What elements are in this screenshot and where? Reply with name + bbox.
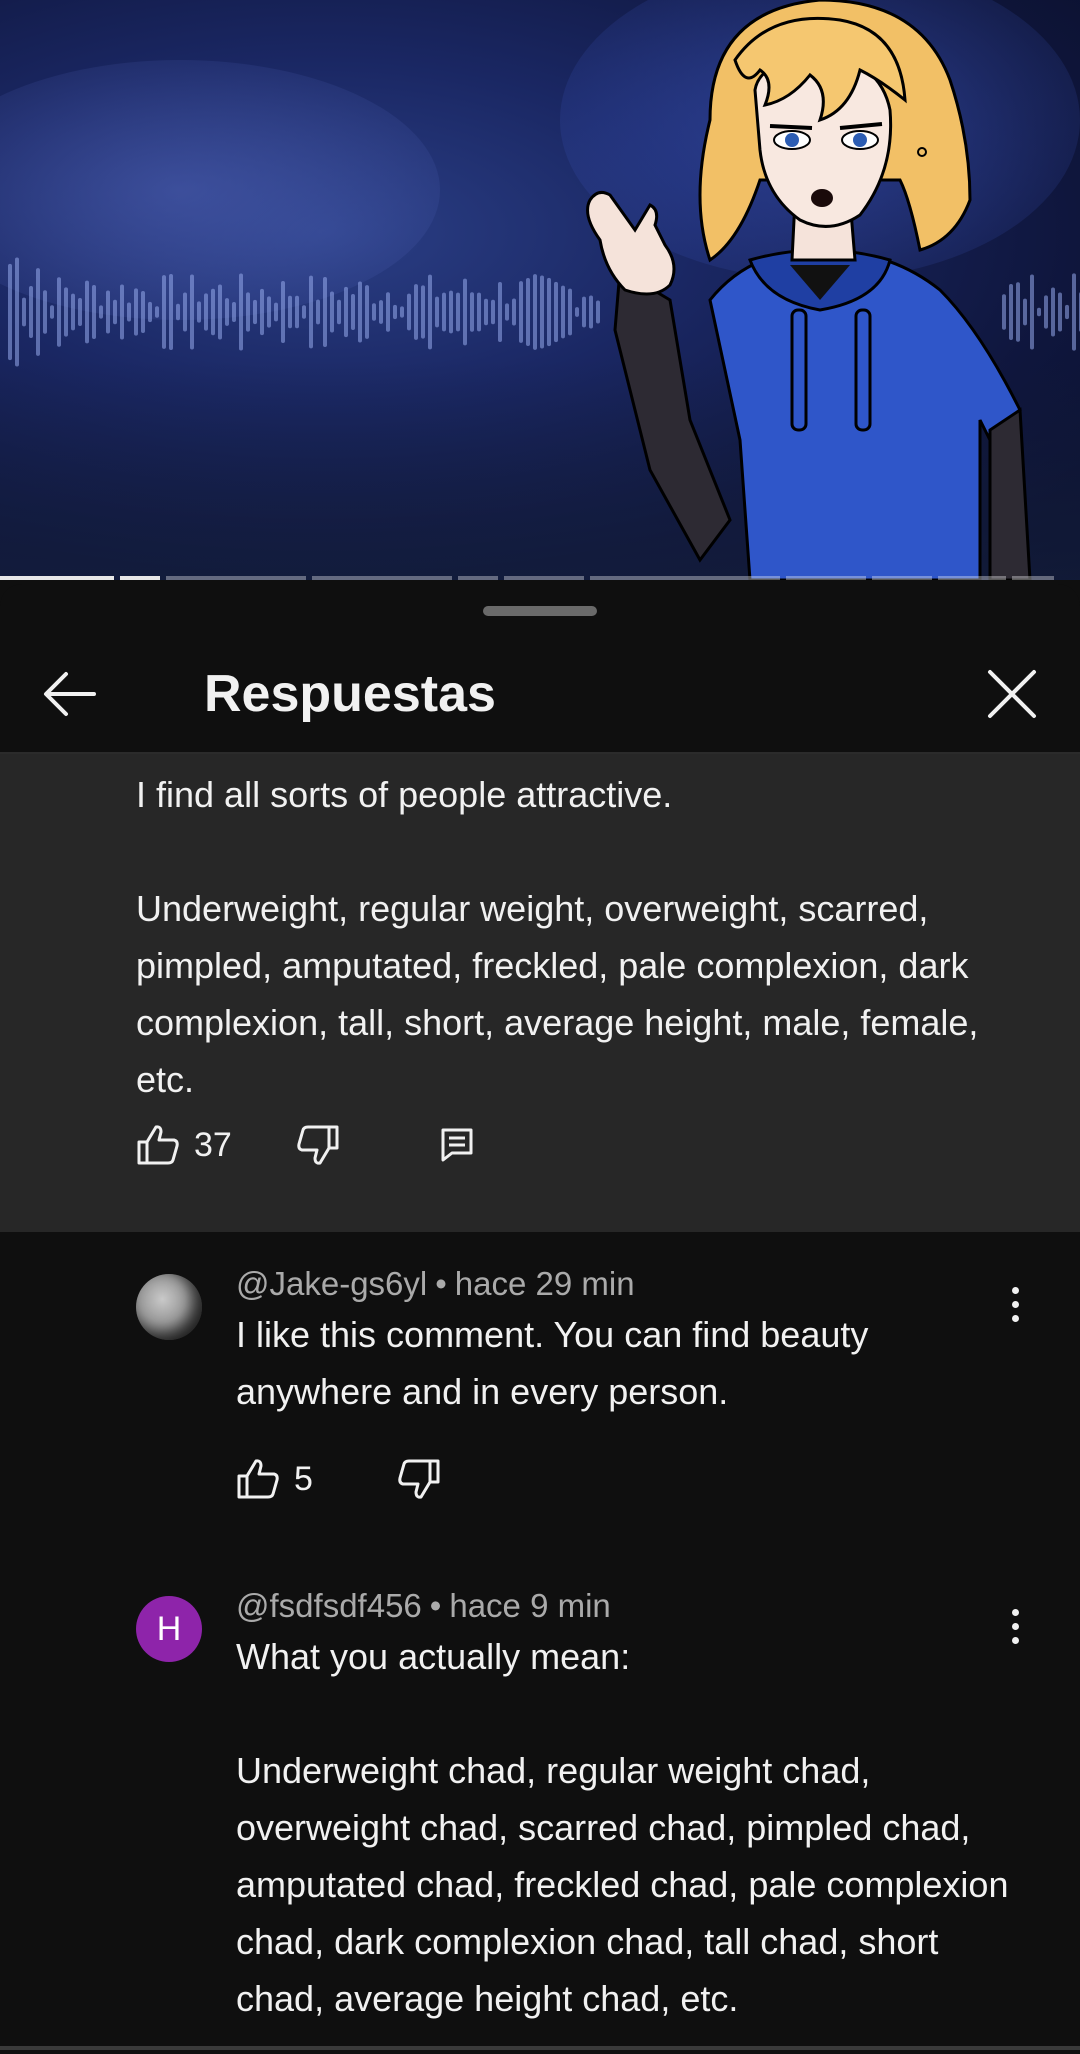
reply-item: @Jake-gs6yl • hace 29 min I like this comm…	[0, 1262, 1080, 1562]
dislike-button[interactable]	[397, 1458, 441, 1500]
video-chapter-progress[interactable]	[0, 576, 1080, 580]
drag-handle[interactable]	[483, 606, 597, 616]
reply-button[interactable]	[440, 1127, 474, 1163]
reply-time: hace 29 min	[454, 1265, 635, 1302]
like-button[interactable]: 37	[136, 1124, 232, 1166]
thumbs-down-icon	[398, 1459, 440, 1499]
app-screen: Respuestas I find all sorts of people at…	[0, 0, 1080, 2054]
thumbs-up-icon	[137, 1125, 179, 1165]
thumbs-down-icon	[297, 1125, 339, 1165]
reply-text: What you actually mean: Underweight chad…	[236, 1636, 1009, 2019]
author-handle[interactable]: @fsdfsdf456	[236, 1587, 422, 1624]
like-count: 5	[294, 1459, 313, 1498]
divider	[0, 2046, 1080, 2050]
author-handle[interactable]: @Jake-gs6yl	[236, 1265, 427, 1302]
parent-comment: I find all sorts of people attractive. U…	[0, 754, 1080, 1232]
reply-actions: 5	[236, 1458, 441, 1500]
comment-icon	[441, 1128, 473, 1162]
video-player[interactable]	[0, 0, 1080, 580]
reply-meta: @Jake-gs6yl • hace 29 min	[236, 1262, 635, 1306]
avatar[interactable]	[136, 1274, 202, 1340]
page-title: Respuestas	[204, 665, 496, 723]
like-count: 37	[194, 1125, 232, 1164]
meta-separator: •	[429, 1587, 442, 1624]
parent-comment-actions: 37	[136, 1124, 474, 1166]
reply-time: hace 9 min	[449, 1587, 611, 1624]
reply-text: I like this comment. You can find beauty…	[236, 1314, 869, 1412]
avatar[interactable]: H	[136, 1596, 202, 1662]
arrow-left-icon	[44, 672, 96, 716]
back-button[interactable]	[36, 664, 104, 724]
parent-comment-text: I find all sorts of people attractive. U…	[136, 774, 979, 1100]
sheet-header: Respuestas	[0, 636, 1080, 754]
video-character-illustration	[586, 0, 1032, 580]
reply-meta: @fsdfsdf456 • hace 9 min	[236, 1584, 611, 1628]
reply-item: H @fsdfsdf456 • hace 9 min What you actual…	[0, 1584, 1080, 2024]
thumbs-up-icon	[237, 1459, 279, 1499]
close-icon	[988, 670, 1036, 718]
meta-separator: •	[435, 1265, 447, 1302]
dislike-button[interactable]	[296, 1124, 340, 1166]
like-button[interactable]: 5	[236, 1458, 313, 1500]
replies-sheet: Respuestas I find all sorts of people at…	[0, 584, 1080, 2054]
close-button[interactable]	[980, 662, 1044, 726]
avatar-letter: H	[156, 1609, 182, 1648]
